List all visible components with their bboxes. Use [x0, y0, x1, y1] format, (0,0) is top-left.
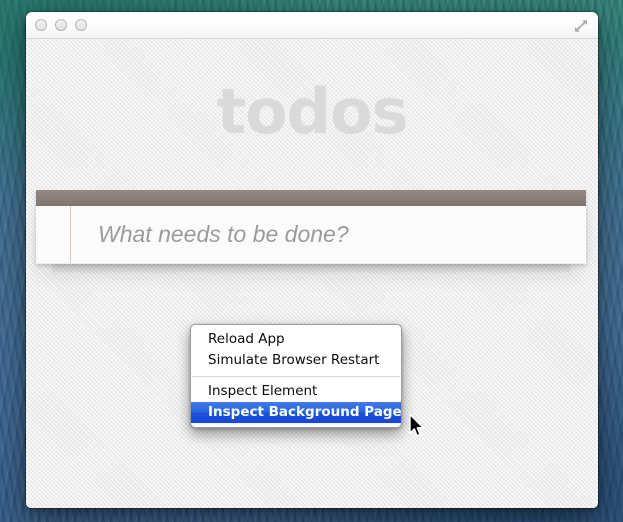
menu-item-inspect-element[interactable]: Inspect Element [191, 381, 401, 402]
new-todo-field [36, 206, 586, 264]
menu-item-simulate-browser-restart[interactable]: Simulate Browser Restart [191, 350, 401, 371]
menu-separator [192, 376, 400, 377]
minimize-button[interactable] [55, 19, 67, 31]
new-todo-card [36, 190, 586, 264]
page-title: todos [26, 39, 598, 143]
menu-item-reload-app[interactable]: Reload App [191, 329, 401, 350]
desktop-wallpaper: todos Activate alarm Reload App Simulate… [0, 0, 623, 522]
todoapp: todos Activate alarm [26, 39, 598, 143]
zoom-button[interactable] [75, 19, 87, 31]
context-menu: Reload App Simulate Browser Restart Insp… [190, 324, 402, 428]
new-todo-input[interactable] [96, 206, 576, 263]
fullscreen-expand-icon[interactable] [572, 17, 590, 35]
menu-item-inspect-background-page[interactable]: Inspect Background Page [191, 402, 401, 423]
new-todo-topbar [36, 190, 586, 206]
window-titlebar [26, 12, 598, 39]
close-button[interactable] [35, 19, 47, 31]
window-content: todos Activate alarm [26, 39, 598, 508]
app-window: todos Activate alarm [26, 12, 598, 508]
paper-margin-rule [70, 206, 71, 263]
traffic-light-group [35, 19, 87, 31]
